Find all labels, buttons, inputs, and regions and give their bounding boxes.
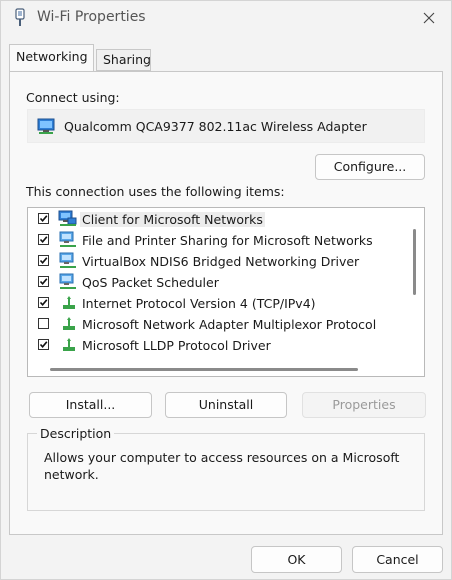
cancel-button[interactable]: Cancel — [352, 546, 443, 573]
vertical-scrollbar-thumb[interactable] — [413, 229, 416, 295]
uninstall-button[interactable]: Uninstall — [165, 392, 287, 418]
title-bar: Wi-Fi Properties — [1, 1, 451, 35]
adapter-name: Qualcomm QCA9377 802.11ac Wireless Adapt… — [64, 119, 367, 134]
networking-panel: Connect using: Qualcomm QCA9377 802.11ac… — [9, 71, 443, 535]
item-checkbox[interactable] — [38, 234, 49, 245]
item-checkbox[interactable] — [38, 297, 49, 308]
list-item[interactable]: File and Printer Sharing for Microsoft N… — [28, 230, 408, 251]
list-item[interactable]: Client for Microsoft Networks — [28, 209, 408, 230]
network-service-icon — [58, 231, 78, 249]
items-label: This connection uses the following items… — [26, 184, 285, 199]
wifi-properties-dialog: Wi-Fi Properties Networking Sharing Conn… — [0, 0, 452, 580]
list-item[interactable]: Microsoft Network Adapter Multiplexor Pr… — [28, 314, 408, 335]
item-checkbox[interactable] — [38, 318, 49, 329]
ok-button[interactable]: OK — [251, 546, 342, 573]
protocol-icon — [58, 294, 78, 312]
connect-using-label: Connect using: — [26, 90, 120, 105]
close-icon — [423, 12, 435, 24]
tab-networking[interactable]: Networking — [9, 44, 94, 71]
item-checkbox[interactable] — [38, 255, 49, 266]
item-label: QoS Packet Scheduler — [82, 275, 219, 290]
item-label: Microsoft Network Adapter Multiplexor Pr… — [82, 317, 377, 332]
network-service-icon — [58, 252, 78, 270]
install-button[interactable]: Install... — [29, 392, 152, 418]
properties-button[interactable]: Properties — [302, 392, 426, 418]
network-service-icon — [58, 273, 78, 291]
list-item[interactable]: QoS Packet Scheduler — [28, 272, 408, 293]
close-button[interactable] — [415, 5, 443, 31]
network-adapter-icon — [36, 117, 58, 137]
description-text: Allows your computer to access resources… — [44, 450, 400, 482]
description-group: Description Allows your computer to acce… — [27, 426, 425, 511]
connection-items-list[interactable]: Client for Microsoft Networks File and P… — [27, 207, 425, 377]
item-checkbox[interactable] — [38, 276, 49, 287]
network-client-icon — [58, 210, 78, 228]
description-legend: Description — [37, 426, 115, 441]
protocol-icon — [58, 315, 78, 333]
horizontal-scrollbar-thumb[interactable] — [50, 368, 358, 371]
item-label: Microsoft LLDP Protocol Driver — [82, 338, 271, 353]
wifi-adapter-icon — [14, 8, 26, 28]
tab-sharing[interactable]: Sharing — [96, 49, 151, 71]
item-checkbox[interactable] — [38, 339, 49, 350]
list-item[interactable]: Internet Protocol Version 4 (TCP/IPv4) — [28, 293, 408, 314]
item-label: VirtualBox NDIS6 Bridged Networking Driv… — [82, 254, 360, 269]
item-label: File and Printer Sharing for Microsoft N… — [82, 233, 373, 248]
protocol-icon — [58, 336, 78, 354]
adapter-display: Qualcomm QCA9377 802.11ac Wireless Adapt… — [27, 109, 425, 143]
list-item[interactable]: VirtualBox NDIS6 Bridged Networking Driv… — [28, 251, 408, 272]
list-item[interactable]: Microsoft LLDP Protocol Driver — [28, 335, 408, 356]
window-title: Wi-Fi Properties — [37, 9, 146, 25]
item-label: Client for Microsoft Networks — [80, 212, 265, 227]
item-checkbox[interactable] — [38, 213, 49, 224]
configure-button[interactable]: Configure... — [315, 154, 425, 180]
item-label: Internet Protocol Version 4 (TCP/IPv4) — [82, 296, 316, 311]
